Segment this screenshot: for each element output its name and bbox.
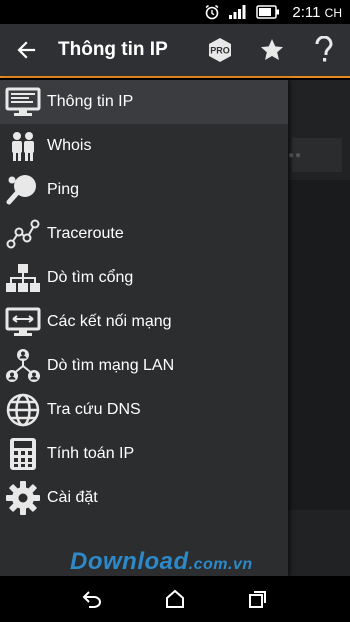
traceroute-icon xyxy=(0,212,46,256)
back-button[interactable] xyxy=(0,23,52,77)
system-nav-bar xyxy=(0,576,350,622)
pro-button[interactable]: PRO xyxy=(194,23,246,77)
connections-icon xyxy=(0,300,46,344)
drawer-item-port-scan[interactable]: Dò tìm cổng xyxy=(0,256,288,300)
drawer-item-label: Dò tìm mạng LAN xyxy=(47,357,175,374)
drawer-item-dns-lookup[interactable]: Tra cứu DNS xyxy=(0,388,288,432)
drawer-item-label: Whois xyxy=(47,137,92,154)
status-time: 2:11 CH xyxy=(292,3,342,21)
drawer-item-label: Các kết nối mạng xyxy=(47,313,172,330)
network-tree-icon xyxy=(0,256,46,300)
content-panel xyxy=(288,180,350,510)
drawer-item-label: Tính toán IP xyxy=(47,445,135,462)
drawer-item-label: Cài đặt xyxy=(47,489,98,506)
help-button[interactable] xyxy=(298,23,350,77)
alarm-icon xyxy=(204,4,220,20)
favorite-button[interactable] xyxy=(246,23,298,77)
home-icon xyxy=(165,589,184,608)
drawer-item-label: Tra cứu DNS xyxy=(47,401,141,418)
drawer-item-label: Traceroute xyxy=(47,225,124,242)
drawer-item-connections[interactable]: Các kết nối mạng xyxy=(0,300,288,344)
drawer-item-label: Dò tìm cổng xyxy=(47,269,134,286)
star-icon xyxy=(260,39,284,60)
pro-badge-icon: PRO xyxy=(209,38,231,62)
signal-icon xyxy=(228,4,248,20)
nav-home-button[interactable] xyxy=(155,579,195,619)
drawer-item-ip-info[interactable]: Thông tin IP xyxy=(0,80,288,124)
drawer-item-whois[interactable]: Whois xyxy=(0,124,288,168)
nav-recents-button[interactable] xyxy=(238,579,278,619)
monitor-icon xyxy=(0,80,46,124)
svg-text:PRO: PRO xyxy=(210,46,230,56)
drawer-item-settings[interactable]: Cài đặt xyxy=(0,476,288,520)
page-title: Thông tin IP xyxy=(58,39,168,60)
more-dots-icon: ●● xyxy=(288,150,303,161)
drawer-item-ping[interactable]: Ping xyxy=(0,168,288,212)
recents-icon xyxy=(249,591,267,608)
watermark-logo: Download.com.vn xyxy=(70,548,253,575)
nav-back-button[interactable] xyxy=(72,579,112,619)
drawer-item-label: Ping xyxy=(47,181,80,198)
arrow-back-icon xyxy=(17,41,36,59)
people-icon xyxy=(0,124,46,168)
drawer-item-lan-scan[interactable]: Dò tìm mạng LAN xyxy=(0,344,288,388)
calculator-icon xyxy=(0,432,46,476)
drawer-item-ip-calculator[interactable]: Tính toán IP xyxy=(0,432,288,476)
drawer-item-traceroute[interactable]: Traceroute xyxy=(0,212,288,256)
nav-drawer: Thông tin IP Whois Ping Traceroute Dò tì… xyxy=(0,80,288,576)
lan-icon xyxy=(0,344,46,388)
help-icon xyxy=(315,36,333,62)
ping-pong-icon xyxy=(0,168,46,212)
app-bar: Thông tin IP PRO xyxy=(0,24,350,78)
drawer-item-label: Thông tin IP xyxy=(47,93,134,110)
battery-icon xyxy=(256,5,280,19)
back-arrow-icon xyxy=(82,591,101,608)
status-bar: 2:11 CH xyxy=(0,0,350,24)
gear-icon xyxy=(0,476,46,520)
globe-icon xyxy=(0,388,46,432)
